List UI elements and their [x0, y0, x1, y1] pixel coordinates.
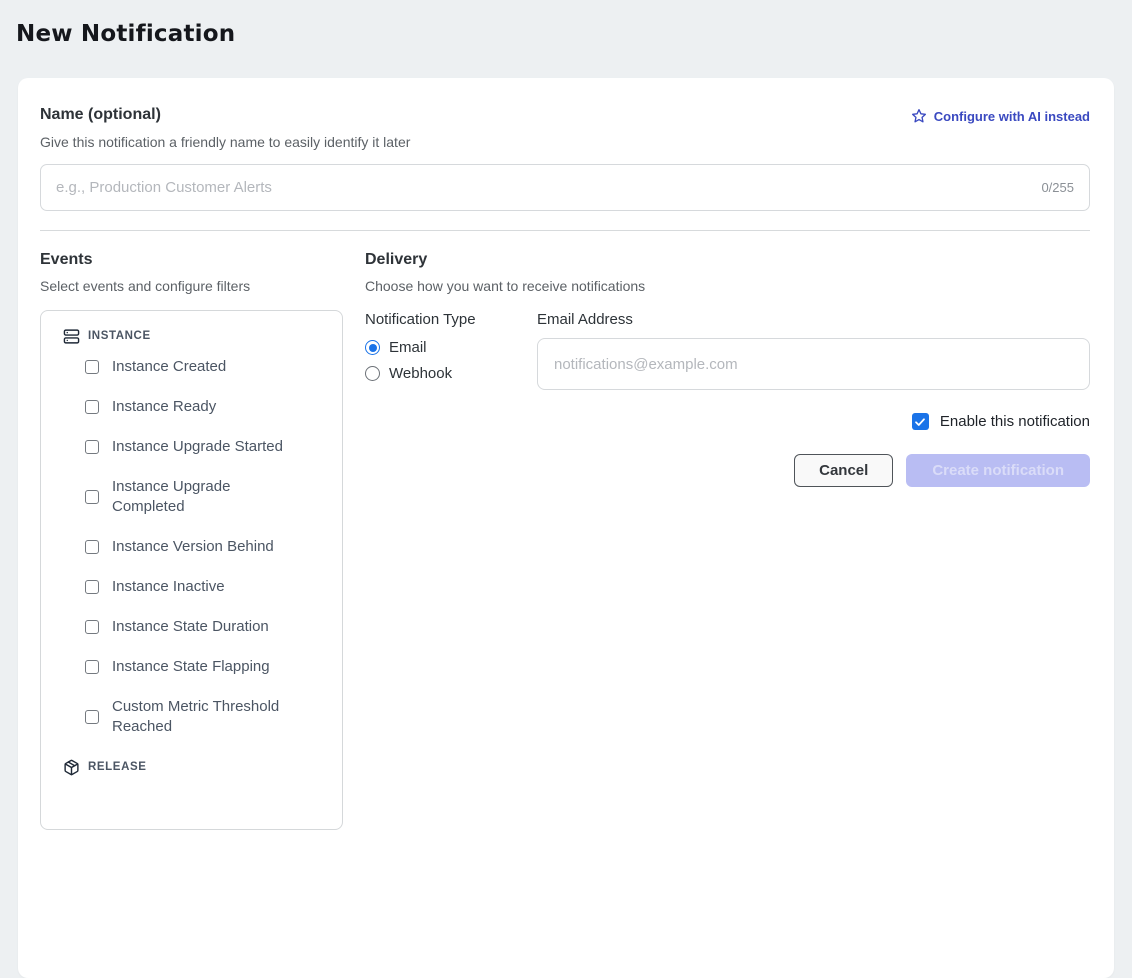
- name-section-heading: Name (optional): [40, 106, 161, 124]
- radio-option-webhook[interactable]: Webhook: [365, 365, 537, 382]
- event-group-release[interactable]: RELEASE: [63, 755, 342, 779]
- events-subtitle: Select events and configure filters: [40, 278, 343, 294]
- radio-unselected-icon[interactable]: [365, 366, 380, 381]
- event-row-instance-upgrade-completed[interactable]: Instance Upgrade Completed: [63, 477, 342, 517]
- delivery-column: Delivery Choose how you want to receive …: [365, 251, 1090, 830]
- checkbox-checked-icon[interactable]: [912, 413, 929, 430]
- email-placeholder: notifications@example.com: [554, 356, 1073, 373]
- events-list-box[interactable]: INSTANCE Instance Created Instance Ready…: [40, 310, 343, 830]
- event-label: Custom Metric Threshold Reached: [112, 697, 292, 737]
- email-address-input[interactable]: notifications@example.com: [537, 338, 1090, 390]
- event-label: Instance Ready: [112, 397, 216, 417]
- radio-label: Webhook: [389, 365, 452, 382]
- server-icon: [63, 328, 80, 345]
- event-label: Instance Inactive: [112, 577, 225, 597]
- event-row-custom-metric-threshold[interactable]: Custom Metric Threshold Reached: [63, 697, 342, 737]
- checkbox-icon[interactable]: [85, 360, 99, 374]
- event-row-instance-version-behind[interactable]: Instance Version Behind: [63, 537, 342, 557]
- events-heading: Events: [40, 251, 343, 269]
- delivery-heading: Delivery: [365, 251, 1090, 269]
- email-address-label: Email Address: [537, 311, 1090, 328]
- event-row-instance-state-flapping[interactable]: Instance State Flapping: [63, 657, 342, 677]
- event-label: Instance State Flapping: [112, 657, 270, 677]
- package-icon: [63, 759, 80, 776]
- radio-label: Email: [389, 339, 427, 356]
- enable-notification-label: Enable this notification: [940, 413, 1090, 430]
- create-notification-button[interactable]: Create notification: [906, 454, 1090, 487]
- radio-selected-icon[interactable]: [365, 340, 380, 355]
- event-label: Instance Upgrade Started: [112, 437, 283, 457]
- page-title: New Notification: [0, 0, 1132, 47]
- event-row-instance-state-duration[interactable]: Instance State Duration: [63, 617, 342, 637]
- checkbox-icon[interactable]: [85, 660, 99, 674]
- checkbox-icon[interactable]: [85, 710, 99, 724]
- configure-with-ai-link[interactable]: Configure with AI instead: [911, 108, 1090, 124]
- notification-name-input[interactable]: e.g., Production Customer Alerts 0/255: [40, 164, 1090, 211]
- configure-with-ai-label: Configure with AI instead: [934, 109, 1090, 124]
- event-row-instance-created[interactable]: Instance Created: [63, 357, 342, 377]
- delivery-subtitle: Choose how you want to receive notificat…: [365, 278, 1090, 294]
- char-counter: 0/255: [1041, 180, 1074, 195]
- star-icon: [911, 108, 927, 124]
- checkbox-icon[interactable]: [85, 540, 99, 554]
- name-section: Name (optional) Configure with AI instea…: [18, 78, 1114, 231]
- checkbox-icon[interactable]: [85, 490, 99, 504]
- new-notification-card: Name (optional) Configure with AI instea…: [18, 78, 1114, 978]
- event-group-label: INSTANCE: [88, 330, 151, 342]
- event-label: Instance State Duration: [112, 617, 269, 637]
- notification-type-label: Notification Type: [365, 311, 537, 328]
- checkbox-icon[interactable]: [85, 620, 99, 634]
- notification-name-placeholder: e.g., Production Customer Alerts: [56, 179, 1041, 196]
- event-row-instance-upgrade-started[interactable]: Instance Upgrade Started: [63, 437, 342, 457]
- event-group-instance[interactable]: INSTANCE: [63, 324, 342, 348]
- name-section-description: Give this notification a friendly name t…: [40, 134, 1090, 150]
- event-row-instance-inactive[interactable]: Instance Inactive: [63, 577, 342, 597]
- checkbox-icon[interactable]: [85, 580, 99, 594]
- radio-option-email[interactable]: Email: [365, 339, 537, 356]
- event-label: Instance Created: [112, 357, 226, 377]
- checkbox-icon[interactable]: [85, 440, 99, 454]
- events-column: Events Select events and configure filte…: [40, 251, 343, 830]
- event-label: Instance Version Behind: [112, 537, 274, 557]
- event-label: Instance Upgrade Completed: [112, 477, 292, 517]
- event-group-label: RELEASE: [88, 761, 147, 773]
- cancel-button[interactable]: Cancel: [794, 454, 893, 487]
- enable-notification-toggle[interactable]: Enable this notification: [537, 413, 1090, 430]
- checkbox-icon[interactable]: [85, 400, 99, 414]
- event-row-instance-ready[interactable]: Instance Ready: [63, 397, 342, 417]
